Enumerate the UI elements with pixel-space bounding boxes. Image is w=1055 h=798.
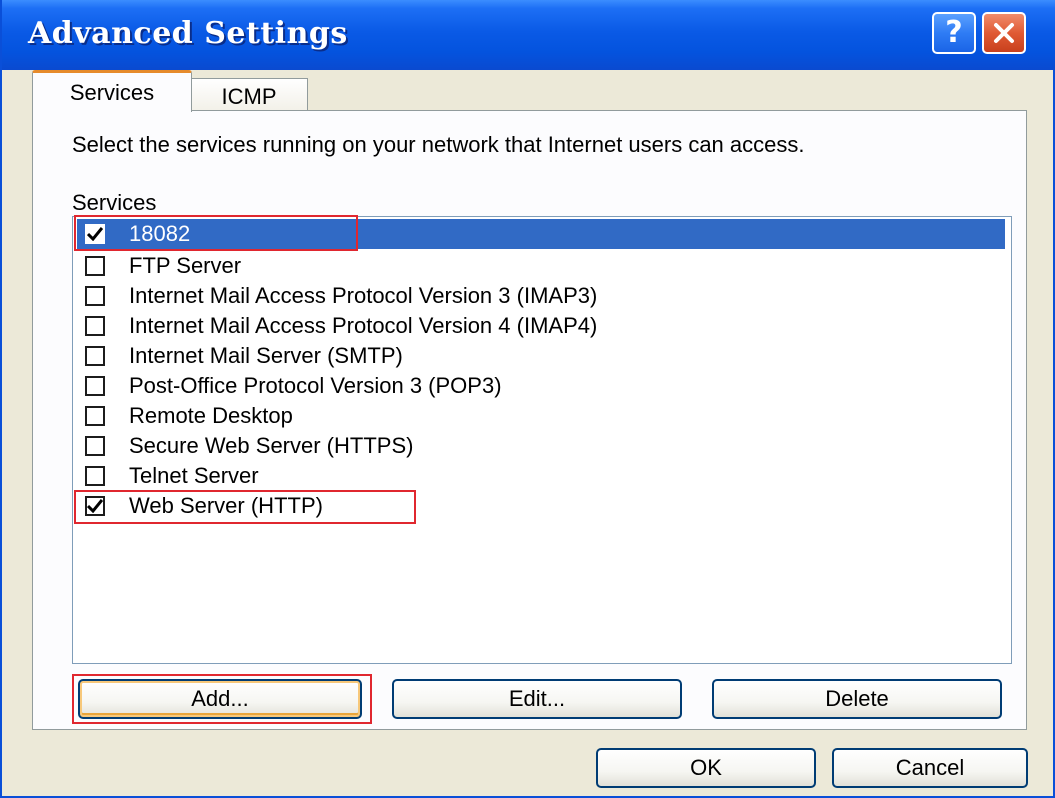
checkbox-smtp[interactable]	[85, 346, 105, 366]
list-item-label: Telnet Server	[129, 463, 259, 488]
checkbox-http[interactable]	[85, 496, 105, 516]
cancel-button[interactable]: Cancel	[832, 748, 1028, 788]
edit-button[interactable]: Edit...	[392, 679, 682, 719]
checkbox-telnet-server[interactable]	[85, 466, 105, 486]
list-item-label: Post-Office Protocol Version 3 (POP3)	[129, 373, 502, 398]
delete-button[interactable]: Delete	[712, 679, 1002, 719]
tab-icmp[interactable]: ICMP	[190, 78, 308, 114]
help-button[interactable]: ?	[932, 12, 976, 54]
dialog-title: Advanced Settings	[28, 16, 348, 51]
title-bar: Advanced Settings ?	[2, 0, 1055, 70]
help-icon: ?	[945, 15, 963, 50]
list-item-ftp-server[interactable]: FTP Server	[77, 251, 1005, 281]
checkbox-https[interactable]	[85, 436, 105, 456]
ok-button[interactable]: OK	[596, 748, 816, 788]
checkbox-pop3[interactable]	[85, 376, 105, 396]
services-listbox[interactable]: 18082 FTP Server Internet Mail Access Pr…	[72, 216, 1012, 664]
list-item-telnet-server[interactable]: Telnet Server	[77, 461, 1005, 491]
close-icon	[994, 23, 1014, 43]
close-button[interactable]	[982, 12, 1026, 54]
advanced-settings-dialog: Advanced Settings ? Services ICMP Select…	[0, 0, 1055, 798]
checkbox-18082[interactable]	[85, 224, 105, 244]
checkbox-ftp-server[interactable]	[85, 256, 105, 276]
add-button[interactable]: Add...	[78, 679, 362, 719]
list-item-label: Remote Desktop	[129, 403, 293, 428]
list-item-http[interactable]: Web Server (HTTP)	[77, 491, 1005, 521]
services-list-label: Services	[72, 190, 157, 215]
list-item-label: Internet Mail Server (SMTP)	[129, 343, 403, 368]
list-item-label: Secure Web Server (HTTPS)	[129, 433, 414, 458]
list-item-label: Internet Mail Access Protocol Version 3 …	[129, 283, 598, 308]
checkbox-remote-desktop[interactable]	[85, 406, 105, 426]
list-item-imap4[interactable]: Internet Mail Access Protocol Version 4 …	[77, 311, 1005, 341]
list-item-label: FTP Server	[129, 253, 242, 278]
checkbox-imap4[interactable]	[85, 316, 105, 336]
services-description: Select the services running on your netw…	[72, 132, 805, 157]
checkmark-icon	[87, 227, 103, 241]
list-item-smtp[interactable]: Internet Mail Server (SMTP)	[77, 341, 1005, 371]
list-item-remote-desktop[interactable]: Remote Desktop	[77, 401, 1005, 431]
tab-services[interactable]: Services	[32, 70, 192, 112]
list-item-label: 18082	[129, 221, 191, 246]
checkbox-imap3[interactable]	[85, 286, 105, 306]
list-item-https[interactable]: Secure Web Server (HTTPS)	[77, 431, 1005, 461]
list-item-18082[interactable]: 18082	[77, 219, 1005, 249]
list-item-pop3[interactable]: Post-Office Protocol Version 3 (POP3)	[77, 371, 1005, 401]
list-item-imap3[interactable]: Internet Mail Access Protocol Version 3 …	[77, 281, 1005, 311]
list-item-label: Web Server (HTTP)	[129, 493, 323, 518]
checkmark-icon	[87, 499, 103, 513]
list-item-label: Internet Mail Access Protocol Version 4 …	[129, 313, 598, 338]
